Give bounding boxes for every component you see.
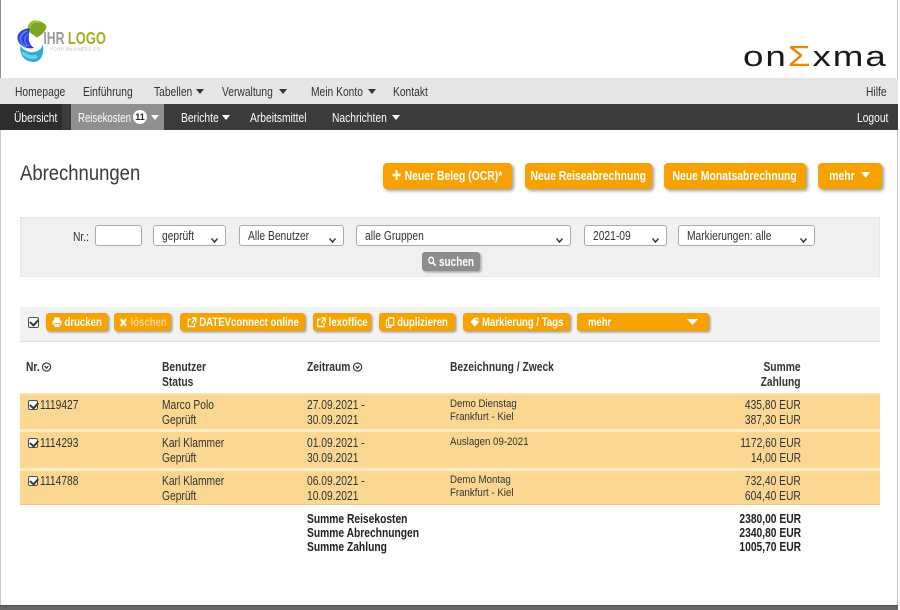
svg-text:YOUR BUSINESS CO: YOUR BUSINESS CO <box>50 47 101 52</box>
svg-text:IHR: IHR <box>43 28 64 48</box>
svg-text:LOGO: LOGO <box>68 28 106 48</box>
